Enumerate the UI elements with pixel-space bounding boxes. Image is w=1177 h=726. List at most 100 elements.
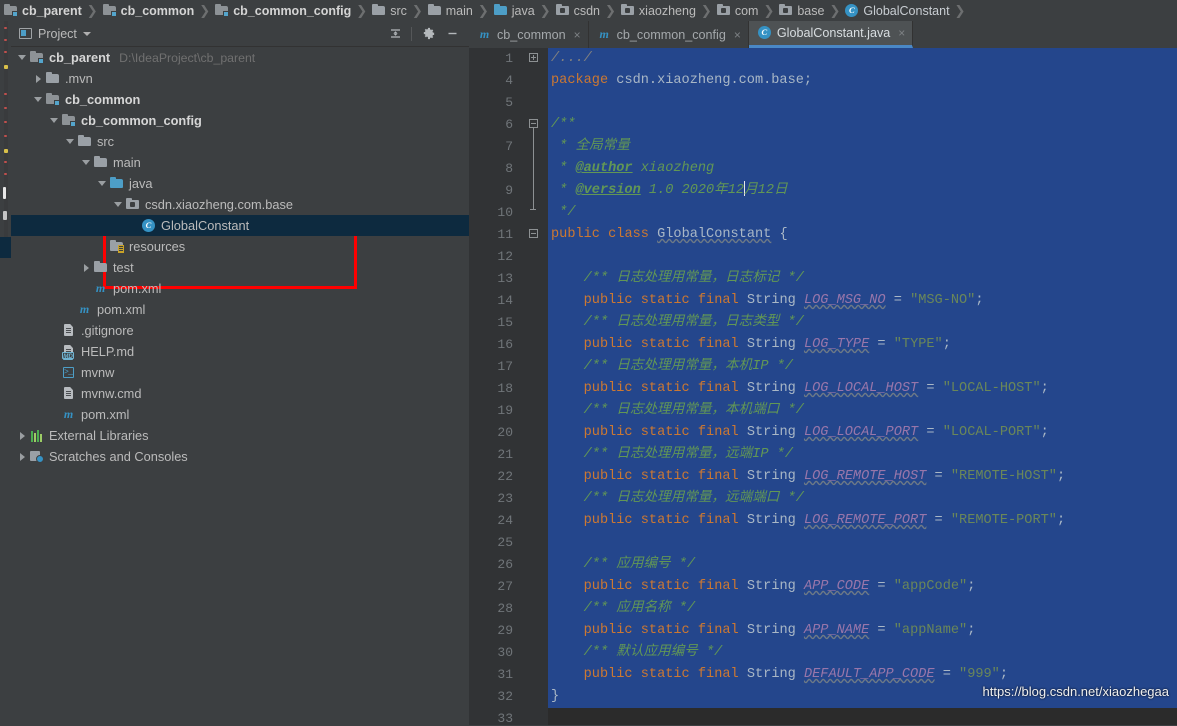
tree-toggle-right-icon[interactable] [33, 73, 44, 84]
folder-icon [372, 4, 386, 17]
line-number: 21 [497, 447, 513, 462]
line-number: 25 [497, 535, 513, 550]
tree-row[interactable]: .mvn [11, 68, 469, 89]
project-tree[interactable]: cb_parent D:\IdeaProject\cb_parent .mvn cb_… [11, 47, 469, 726]
tree-toggle-right-icon[interactable] [17, 451, 28, 462]
breadcrumb-item-cb-common-config[interactable]: cb_common_config [211, 0, 353, 21]
breadcrumb-separator-icon: ❯ [763, 2, 775, 18]
chevron-down-icon[interactable] [82, 31, 91, 36]
tree-row[interactable]: m pom.xml [11, 278, 469, 299]
project-panel-title[interactable]: Project [11, 27, 91, 41]
tree-row[interactable]: Scratches and Consoles [11, 446, 469, 467]
tree-row[interactable]: MD HELP.md [11, 341, 469, 362]
editor-tab-cb-common[interactable]: m cb_common × [469, 21, 589, 48]
fold-collapse-icon[interactable] [529, 224, 540, 246]
breadcrumb-item-label: GlobalConstant [863, 3, 950, 18]
tree-row[interactable]: src [11, 131, 469, 152]
code-line: public static final String LOG_LOCAL_HOS… [548, 378, 1177, 400]
breadcrumb-item-xiaozheng[interactable]: xiaozheng [617, 0, 698, 21]
code-line: public static final String LOG_LOCAL_POR… [548, 422, 1177, 444]
breadcrumb-item-cb-common[interactable]: cb_common [99, 0, 197, 21]
breadcrumb-item-java[interactable]: java [490, 0, 537, 21]
tree-row[interactable]: cb_parent D:\IdeaProject\cb_parent [11, 47, 469, 68]
tree-row[interactable]: cb_common_config [11, 110, 469, 131]
tree-row[interactable]: test [11, 257, 469, 278]
hide-panel-button[interactable] [441, 23, 463, 45]
tree-row[interactable]: .gitignore [11, 320, 469, 341]
tree-toggle-right-icon[interactable] [81, 262, 92, 273]
line-number: 11 [497, 227, 513, 242]
tree-row[interactable]: External Libraries [11, 425, 469, 446]
tree-toggle-down-icon[interactable] [97, 178, 108, 189]
breadcrumb-item-label: cb_common_config [233, 3, 352, 18]
line-number: 30 [497, 645, 513, 660]
folder-icon [94, 261, 108, 274]
line-number: 19 [497, 403, 513, 418]
tree-row[interactable]: csdn.xiaozheng.com.base [11, 194, 469, 215]
tree-toggle-down-icon[interactable] [49, 115, 60, 126]
tree-row-label: test [113, 260, 134, 275]
code-line [548, 532, 1177, 554]
editor-gutter[interactable]: 1 4 5 6 7 8 9 10 11 12 13 14 15 16 17 18 19 20 21 22 23 24 25 2… [469, 48, 549, 725]
editor-tab-label: GlobalConstant.java [776, 26, 891, 40]
code-content[interactable]: /.../package csdn.xiaozheng.com.base; /**… [548, 48, 1177, 725]
breadcrumb-item-csdn[interactable]: csdn [552, 0, 602, 21]
code-line: public static final String LOG_REMOTE_HO… [548, 466, 1177, 488]
breadcrumb-separator-icon: ❯ [477, 2, 489, 18]
settings-gear-button[interactable] [417, 23, 439, 45]
line-number: 7 [505, 139, 513, 154]
breadcrumb-separator-icon: ❯ [700, 2, 712, 18]
code-line: * @author xiaozheng [548, 158, 1177, 180]
tree-toggle-down-icon[interactable] [33, 94, 44, 105]
breadcrumb-item-globalconstant[interactable]: C GlobalConstant [841, 0, 951, 21]
line-number: 4 [505, 73, 513, 88]
tree-row-selected[interactable]: C GlobalConstant [11, 215, 469, 236]
breadcrumb-item-label: main [445, 3, 473, 18]
tree-row[interactable]: java [11, 173, 469, 194]
collapse-all-button[interactable] [384, 23, 406, 45]
module-folder-icon [102, 4, 117, 17]
close-icon[interactable]: × [734, 29, 741, 41]
tree-row[interactable]: mvnw.cmd [11, 383, 469, 404]
editor-tab-cb-common-config[interactable]: m cb_common_config × [588, 21, 749, 48]
breadcrumb-item-cb-parent[interactable]: cb_parent [0, 0, 84, 21]
tree-row[interactable]: m pom.xml [11, 404, 469, 425]
tree-row[interactable]: main [11, 152, 469, 173]
breadcrumb-item-com[interactable]: com [713, 0, 761, 21]
folder-icon [78, 135, 92, 148]
tree-toggle-down-icon[interactable] [81, 157, 92, 168]
close-icon[interactable]: × [898, 27, 905, 39]
folder-icon [94, 156, 108, 169]
breadcrumb-item-src[interactable]: src [368, 0, 409, 21]
code-line: package csdn.xiaozheng.com.base; [548, 70, 1177, 92]
tree-row[interactable]: resources [11, 236, 469, 257]
tree-row[interactable]: m pom.xml [11, 299, 469, 320]
breadcrumb-separator-icon: ❯ [829, 2, 841, 18]
fold-expand-icon[interactable] [529, 48, 540, 70]
package-icon [126, 198, 140, 211]
close-icon[interactable]: × [574, 29, 581, 41]
tree-toggle-down-icon[interactable] [17, 52, 28, 63]
tree-toggle-down-icon[interactable] [113, 199, 124, 210]
package-icon [716, 4, 731, 17]
breadcrumb-item-label: java [511, 3, 535, 18]
code-editor[interactable]: 1 4 5 6 7 8 9 10 11 12 13 14 15 16 17 18 19 20 21 22 23 24 25 2… [469, 48, 1177, 725]
tree-row[interactable]: >_ mvnw [11, 362, 469, 383]
breadcrumb-separator-icon: ❯ [356, 2, 368, 18]
breadcrumb-item-main[interactable]: main [424, 0, 475, 21]
libraries-icon [30, 429, 44, 442]
line-number: 29 [497, 623, 513, 638]
line-number: 22 [497, 469, 513, 484]
tree-row-label: mvnw.cmd [81, 386, 142, 401]
tree-row[interactable]: cb_common [11, 89, 469, 110]
tree-toggle-down-icon[interactable] [65, 136, 76, 147]
code-line: public static final String APP_CODE = "a… [548, 576, 1177, 598]
breadcrumb-item-base[interactable]: base [775, 0, 826, 21]
editor-tab-globalconstant-java[interactable]: C GlobalConstant.java × [748, 21, 914, 48]
breadcrumb-separator-icon: ❯ [539, 2, 551, 18]
line-number: 31 [497, 667, 513, 682]
tree-toggle-right-icon[interactable] [17, 430, 28, 441]
idea-window: cb_parent ❯ cb_common ❯ cb_common_config ❯ src… [0, 0, 1177, 726]
tree-row-label: pom.xml [113, 281, 162, 296]
editor-area: m cb_common × m cb_common_config × C GlobalCons… [469, 21, 1177, 725]
